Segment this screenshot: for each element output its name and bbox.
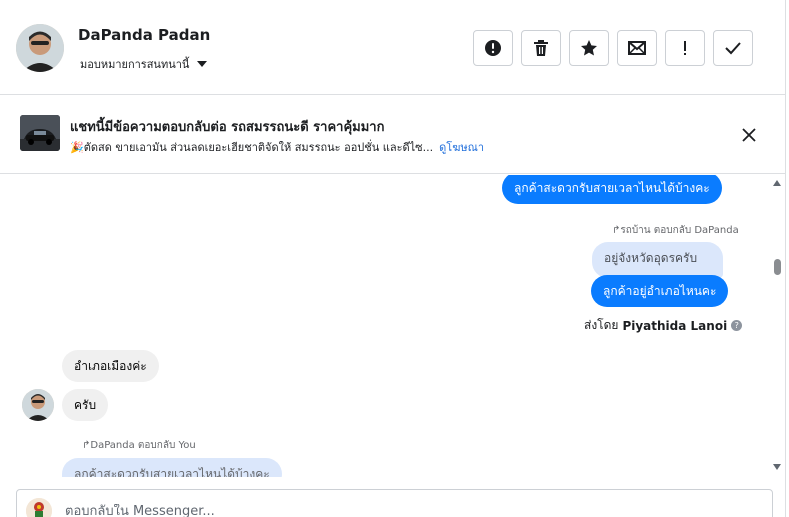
star-button[interactable] <box>569 30 609 66</box>
star-icon <box>581 40 597 56</box>
mark-done-button[interactable] <box>713 30 753 66</box>
contact-name[interactable]: DaPanda Padan <box>78 26 210 44</box>
mark-spam-button[interactable] <box>473 30 513 66</box>
exclamation-icon <box>684 41 686 55</box>
ad-context-banner: แชทนี้มีข้อความตอบกลับต่อ รถสมรรถนะดี รา… <box>0 96 786 174</box>
reply-indicator: ↱รถบ้าน ตอบกลับ DaPanda <box>612 225 739 236</box>
assign-label: มอบหมายการสนทนานี้ <box>80 58 190 71</box>
envelope-icon <box>628 41 646 55</box>
follow-up-button[interactable] <box>665 30 705 66</box>
page-avatar <box>26 498 52 517</box>
reply-composer[interactable] <box>16 489 773 517</box>
conversation-header: DaPanda Padan มอบหมายการสนทนานี้ <box>0 0 786 95</box>
reply-input[interactable] <box>65 504 665 517</box>
view-ad-link[interactable]: ดูโฆษณา <box>439 141 484 154</box>
assign-conversation-dropdown[interactable]: มอบหมายการสนทนานี้ <box>80 55 208 73</box>
alert-circle-icon <box>485 40 501 56</box>
message-outgoing[interactable]: ลูกค้าสะดวกรับสายเวลาไหนได้บ้างคะ <box>502 175 722 204</box>
panel-divider <box>785 0 786 517</box>
help-icon[interactable]: ? <box>731 320 743 331</box>
reply-indicator: ↱DaPanda ตอบกลับ You <box>82 440 196 451</box>
message-outgoing[interactable]: ลูกค้าอยู่อำเภอไหนคะ <box>591 275 729 307</box>
ad-description: 🎉ตัดสด ขายเอามัน ส่วนลดเยอะเฮียชาติจัดให… <box>70 141 434 154</box>
scrollbar-thumb[interactable] <box>774 259 781 275</box>
scroll-up-arrow-icon[interactable] <box>773 180 781 186</box>
sent-by-label: ส่งโดย Piyathida Lanoi ? <box>584 316 743 335</box>
ad-thumbnail[interactable] <box>20 115 60 151</box>
message-thread[interactable]: ลูกค้าสะดวกรับสายเวลาไหนได้บ้างคะ ↱รถบ้า… <box>0 175 770 477</box>
ad-description-row: 🎉ตัดสด ขายเอามัน ส่วนลดเยอะเฮียชาติจัดให… <box>70 138 484 156</box>
checkmark-icon <box>725 42 741 55</box>
quoted-message[interactable]: ลูกค้าสะดวกรับสายเวลาไหนได้บ้างคะ <box>62 458 282 477</box>
message-incoming[interactable]: อำเภอเมืองค่ะ <box>62 350 159 382</box>
contact-avatar[interactable] <box>16 24 64 72</box>
trash-icon <box>534 40 548 56</box>
close-icon[interactable] <box>740 126 758 144</box>
ad-title: แชทนี้มีข้อความตอบกลับต่อ รถสมรรถนะดี รา… <box>70 120 385 135</box>
message-incoming[interactable]: ครับ <box>62 389 109 421</box>
delete-button[interactable] <box>521 30 561 66</box>
quoted-message[interactable]: อยู่จังหวัดอุดรครับ <box>592 242 724 278</box>
caret-down-icon <box>197 61 208 67</box>
contact-avatar-small <box>22 389 54 421</box>
header-actions <box>473 30 753 66</box>
mark-unread-button[interactable] <box>617 30 657 66</box>
scroll-down-arrow-icon[interactable] <box>773 464 781 470</box>
